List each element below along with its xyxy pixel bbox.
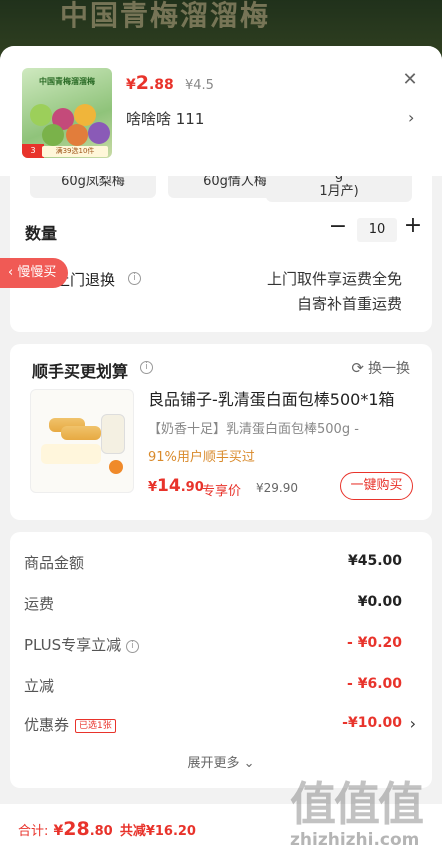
- fruit-icon: [30, 104, 52, 126]
- recommend-title: 顺手买更划算: [32, 362, 129, 381]
- swap-button[interactable]: ⟳ 换一换: [351, 358, 410, 378]
- summary-row: 运费 ¥0.00: [10, 593, 432, 617]
- summary-value: - ¥0.20: [347, 635, 402, 651]
- summary-row: PLUS专享立减 i - ¥0.20: [10, 634, 432, 658]
- chevron-left-icon: ‹: [8, 265, 14, 280]
- watermark-url: zhizhizhi.com: [290, 830, 420, 850]
- return-detail-line1: 上门取件享运费全免: [266, 270, 402, 288]
- total-amount: 合计: ¥28.80 共减¥16.20: [18, 818, 196, 840]
- sheet-header: 中国青梅溜溜梅 3 满39选10件 ¥2.88 ¥4.5 ✕ 啥啥啥 111 ›: [0, 46, 442, 176]
- price-currency: ¥: [148, 480, 158, 495]
- thumbnail-badge: 3: [22, 144, 44, 158]
- total-savings: 共减¥16.20: [119, 824, 196, 839]
- chevron-right-icon[interactable]: ›: [410, 714, 416, 733]
- minus-button[interactable]: −: [328, 216, 348, 238]
- chevron-right-icon[interactable]: ›: [408, 108, 414, 127]
- recommend-product-subtitle: 【奶香十足】乳清蛋白面包棒500g -: [148, 422, 359, 437]
- recommend-card: 顺手买更划算 i ⟳ 换一换 良品铺子-乳清蛋白面包棒500*1箱 【奶香十足】乳…: [10, 344, 432, 520]
- spec-card: 60g凤梨梅 60g情人梅 g 1月产) 数量 − 10 + 免费上门退换 i …: [10, 166, 432, 332]
- summary-value: ¥45.00: [347, 553, 402, 569]
- summary-value: -¥10.00: [342, 715, 402, 731]
- watermark-glyph: 值值值: [290, 777, 424, 831]
- quantity-label: 数量: [25, 224, 58, 243]
- bread-stick: [61, 426, 101, 440]
- watermark-logo: 值值值 zhizhizhi.com: [290, 768, 430, 850]
- product-price: ¥2.88: [126, 72, 174, 94]
- bread-slice: [41, 444, 101, 464]
- total-label: 合计:: [18, 824, 49, 839]
- summary-label: 商品金额: [24, 554, 85, 572]
- summary-label-text: PLUS专享立减: [24, 636, 122, 654]
- plus-button[interactable]: +: [402, 215, 424, 238]
- return-detail-line2: 自寄补首重运费: [296, 295, 402, 313]
- floating-compare-tab[interactable]: ‹ 慢慢买: [0, 258, 68, 288]
- info-icon[interactable]: i: [128, 272, 141, 285]
- price-currency: ¥: [126, 77, 136, 93]
- recommend-percent: 91%用户顺手买过: [148, 450, 255, 465]
- selected-spec[interactable]: 啥啥啥 111: [126, 108, 204, 129]
- summary-label: 运费: [24, 595, 55, 613]
- fruit-icon: [42, 124, 64, 146]
- expand-more-label: 展开更多: [187, 756, 240, 771]
- info-icon[interactable]: i: [140, 361, 153, 374]
- total-integer: 28: [63, 818, 90, 840]
- one-click-buy-button[interactable]: 一键购买: [340, 472, 413, 500]
- thumbnail-strip: 满39选10件: [42, 146, 108, 157]
- total-currency: ¥: [53, 823, 64, 839]
- refresh-icon: ⟳: [351, 359, 364, 377]
- summary-value: - ¥6.00: [347, 676, 402, 692]
- egg-icon: [109, 460, 123, 474]
- recommend-original-price: ¥29.90: [256, 481, 298, 495]
- summary-label: PLUS专享立减 i: [24, 634, 139, 655]
- swap-label: 换一换: [368, 361, 410, 377]
- close-icon[interactable]: ✕: [398, 68, 422, 92]
- recommend-product-name[interactable]: 良品铺子-乳清蛋白面包棒500*1箱: [148, 386, 395, 410]
- summary-value: ¥0.00: [357, 594, 402, 610]
- summary-label: 优惠券 已选1张: [24, 714, 116, 735]
- info-icon[interactable]: i: [125, 640, 139, 653]
- summary-label: 立减: [24, 677, 55, 695]
- fruit-icon: [88, 122, 110, 144]
- summary-label-text: 优惠券: [24, 716, 70, 734]
- thumbnail-title: 中国青梅溜溜梅: [39, 77, 95, 86]
- price-integer: 14: [157, 476, 181, 496]
- chevron-down-icon: ⌄: [243, 756, 255, 771]
- product-thumbnail[interactable]: 中国青梅溜溜梅 3 满39选10件: [22, 68, 112, 158]
- product-box: [101, 414, 125, 454]
- floating-tab-label: 慢慢买: [17, 265, 57, 280]
- coupon-tag: 已选1张: [75, 719, 116, 733]
- summary-row: 立减 - ¥6.00: [10, 675, 432, 699]
- price-summary-card: 商品金额 ¥45.00 运费 ¥0.00 PLUS专享立减 i - ¥0.20 …: [10, 532, 432, 788]
- recommend-price: ¥14.90: [148, 476, 204, 496]
- original-price: ¥4.5: [185, 78, 214, 93]
- price-integer: 2: [135, 72, 149, 94]
- coupon-row[interactable]: 优惠券 已选1张 -¥10.00 ›: [10, 714, 432, 738]
- purchase-sheet: 中国青梅溜溜梅 3 满39选10件 ¥2.88 ¥4.5 ✕ 啥啥啥 111 ›…: [0, 46, 442, 850]
- recommend-product-image[interactable]: [30, 389, 134, 493]
- vip-price-label: 专享价: [202, 484, 242, 499]
- quantity-input[interactable]: 10: [357, 218, 397, 242]
- fruit-icon: [66, 124, 88, 146]
- price-decimal: .90: [180, 480, 204, 495]
- price-decimal: .88: [148, 77, 174, 93]
- summary-row: 商品金额 ¥45.00: [10, 552, 432, 576]
- total-decimal: .80: [89, 824, 113, 839]
